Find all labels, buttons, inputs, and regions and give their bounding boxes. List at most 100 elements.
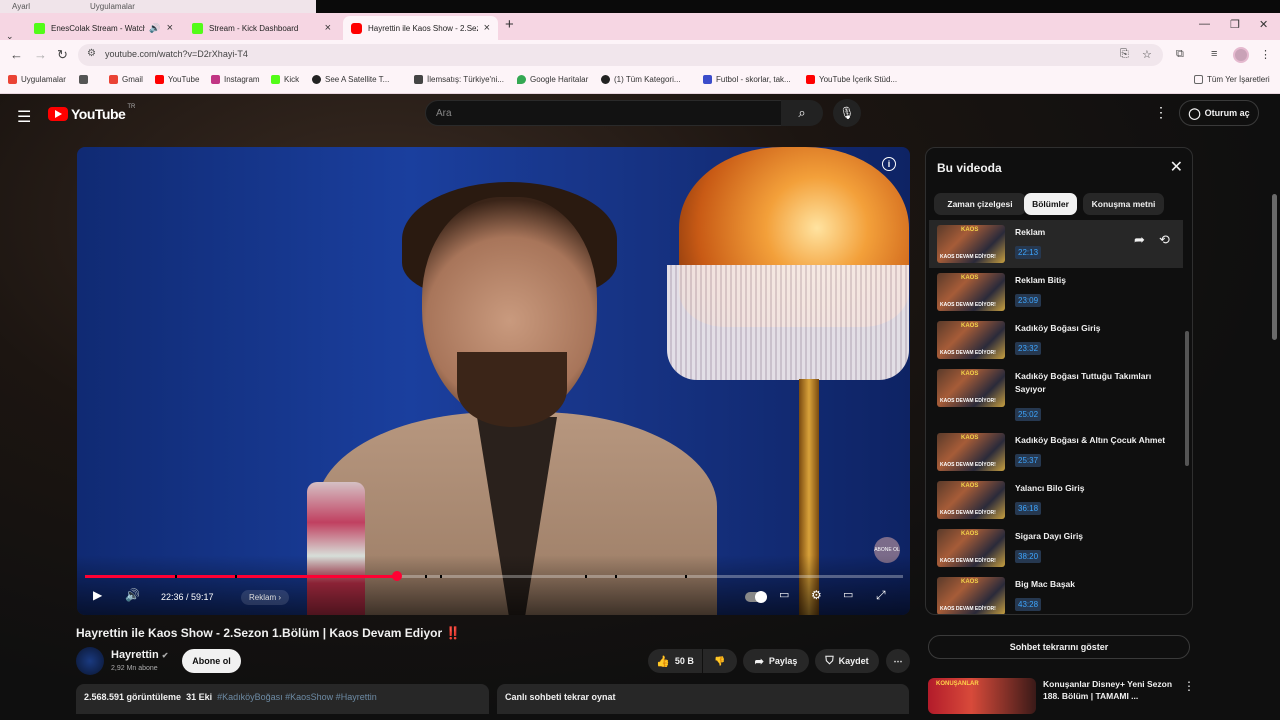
bookmark-categories[interactable]: (1) Tüm Kategori... — [601, 75, 681, 84]
chapter-timestamp[interactable]: 23:09 — [1015, 294, 1042, 307]
save-button[interactable]: ⛉ Kaydet — [815, 649, 879, 673]
description-box[interactable]: 2.568.591 görüntüleme 31 Eki #KadıköyBoğ… — [76, 684, 489, 714]
chapter-timestamp[interactable]: 38:20 — [1015, 550, 1042, 563]
chapter-timestamp[interactable]: 25:02 — [1015, 408, 1042, 421]
bookmark-label: YouTube İçerik Stüd... — [819, 75, 898, 84]
live-chat-replay-header[interactable]: Canlı sohbeti tekrar oynat — [497, 684, 909, 714]
site-info-icon[interactable]: ⚙ — [87, 48, 96, 59]
close-tab-icon[interactable]: × — [484, 22, 490, 34]
recommended-menu-icon[interactable]: ⋮ — [1183, 679, 1195, 693]
tab-youtube-active[interactable]: Hayrettin ile Kaos Show - 2.Sez × — [343, 16, 498, 40]
chapter-item[interactable]: KAOS KAOS DEVAM EDİYOR! Big Mac Başak 43:28 — [929, 572, 1183, 614]
current-chapter-button[interactable]: Reklam › — [241, 590, 290, 605]
back-arrow-icon[interactable]: ← — [10, 47, 23, 62]
subtitles-icon[interactable]: ▭ — [779, 588, 789, 601]
sign-in-button[interactable]: ◯ Oturum aç — [1179, 100, 1259, 126]
page-scrollbar[interactable] — [1272, 194, 1277, 340]
close-tab-icon[interactable]: × — [325, 22, 331, 34]
chapter-item[interactable]: KAOS KAOS DEVAM EDİYOR! Reklam Bitiş 23:09 — [929, 268, 1183, 316]
thumbs-up-icon: 👍 — [656, 655, 670, 668]
video-player[interactable]: ABONE OL i ▶ 🔊 22:36 / 59:17 Reklam › ▭ … — [77, 147, 910, 615]
info-icon[interactable]: i — [882, 157, 896, 171]
minimize-button[interactable]: — — [1199, 18, 1210, 30]
bookmark-all[interactable]: Tüm Yer İşaretleri — [1194, 75, 1270, 84]
youtube-logo[interactable]: YouTube TR — [48, 104, 135, 122]
chapter-timestamp[interactable]: 43:28 — [1015, 598, 1042, 611]
chrome-menu-icon[interactable]: ⋮ — [1260, 48, 1271, 61]
theater-mode-icon[interactable]: ▭ — [843, 588, 853, 601]
close-tab-icon[interactable]: × — [167, 22, 173, 34]
chapter-item[interactable]: KAOS KAOS DEVAM EDİYOR! Reklam 22:13 ➦ ⟲ — [929, 220, 1183, 268]
search-input[interactable] — [426, 101, 766, 125]
bookmark-ilemsatis[interactable]: İlemsatış: Türkiye'ni... — [414, 75, 504, 84]
chapter-item[interactable]: KAOS KAOS DEVAM EDİYOR! Sigara Dayı Giriş 3… — [929, 524, 1183, 572]
share-button[interactable]: ➦ Paylaş — [743, 649, 809, 673]
media-control-icon[interactable]: ≡ — [1211, 48, 1217, 60]
chapter-timestamp[interactable]: 36:18 — [1015, 502, 1042, 515]
bookmark-futbol[interactable]: Futbol - skorlar, tak... — [703, 75, 791, 84]
bookmark-apps[interactable]: Uygulamalar — [8, 75, 66, 84]
new-tab-button[interactable]: + — [505, 16, 514, 33]
bookmark-instagram[interactable]: Instagram — [211, 75, 260, 84]
forward-arrow-icon[interactable]: → — [34, 47, 47, 62]
progress-bar[interactable] — [85, 571, 903, 581]
chapter-item[interactable]: KAOS KAOS DEVAM EDİYOR! Kadıköy Boğası Tut… — [929, 364, 1183, 428]
satellite-icon — [312, 75, 321, 84]
install-app-icon[interactable]: ⎘ — [1120, 48, 1129, 61]
chapter-item[interactable]: KAOS KAOS DEVAM EDİYOR! Kadıköy Boğası Gir… — [929, 316, 1183, 364]
close-panel-icon[interactable]: ✕ — [1170, 157, 1183, 177]
close-window-button[interactable]: ✕ — [1259, 18, 1268, 31]
restore-button[interactable]: ❐ — [1230, 18, 1240, 31]
menu-icon[interactable]: ☰ — [17, 107, 31, 127]
bookmark-yt-studio[interactable]: YouTube İçerik Stüd... — [806, 75, 897, 84]
chapter-timestamp[interactable]: 22:13 — [1015, 246, 1042, 259]
share-chapter-icon[interactable]: ➦ — [1134, 232, 1145, 248]
page-icon — [414, 75, 423, 84]
bookmark-gmail[interactable]: Gmail — [109, 75, 143, 84]
hashtags[interactable]: #KadıköyBoğası #KaosShow #Hayrettin — [217, 692, 377, 702]
progress-knob[interactable] — [392, 571, 403, 581]
subscribe-button[interactable]: Abone ol — [182, 649, 241, 673]
bookmark-star-icon[interactable]: ☆ — [1142, 48, 1152, 61]
voice-search-button[interactable]: 🎙 — [833, 99, 861, 127]
tab-kick-dashboard[interactable]: Stream - Kick Dashboard × — [184, 16, 339, 40]
extensions-icon[interactable]: ⧉ — [1176, 48, 1184, 61]
chip-chapters[interactable]: Bölümler — [1024, 193, 1077, 215]
panel-scrollbar[interactable] — [1185, 331, 1189, 466]
reload-icon[interactable]: ↻ — [57, 47, 68, 63]
speaker-icon[interactable]: 🔊 — [149, 23, 160, 34]
channel-name-row[interactable]: Hayrettin ✔ — [111, 649, 168, 661]
search-box — [425, 100, 782, 126]
chapter-item[interactable]: KAOS KAOS DEVAM EDİYOR! Kadıköy Boğası & A… — [929, 428, 1183, 476]
settings-menu-icon[interactable]: ⋮ — [1154, 104, 1168, 121]
bookmark-label: Uygulamalar — [21, 75, 66, 84]
bookmark-satellite[interactable]: See A Satellite T... — [312, 75, 389, 84]
show-chat-replay-button[interactable]: Sohbet tekrarını göster — [928, 635, 1190, 659]
tab-enescolak[interactable]: EnesColak Stream - Watch 🔊 × — [26, 16, 181, 40]
youtube-studio-icon — [806, 75, 815, 84]
volume-icon[interactable]: 🔊 — [125, 588, 140, 602]
profile-avatar[interactable] — [1233, 47, 1249, 63]
chip-transcript[interactable]: Konuşma metni — [1083, 193, 1164, 215]
settings-gear-icon[interactable]: ⚙ — [811, 588, 822, 602]
recommended-title[interactable]: Konuşanlar Disney+ Yeni Sezon 188. Bölüm… — [1043, 678, 1179, 702]
channel-avatar[interactable] — [76, 647, 104, 675]
dislike-button[interactable]: 👎 — [703, 649, 737, 673]
bookmark-maps[interactable]: Google Haritalar — [517, 75, 588, 84]
chapter-timestamp[interactable]: 23:32 — [1015, 342, 1042, 355]
chip-timeline[interactable]: Zaman çizelgesi — [934, 193, 1026, 215]
bookmark-grid[interactable] — [79, 75, 92, 84]
bookmark-youtube[interactable]: YouTube — [155, 75, 199, 84]
address-bar[interactable]: ⚙ youtube.com/watch?v=D2rXhayi-T4 ⎘ ☆ — [78, 44, 1163, 66]
loop-chapter-icon[interactable]: ⟲ — [1159, 232, 1170, 248]
recommended-thumbnail[interactable]: KONUŞANLAR — [928, 678, 1036, 714]
like-button[interactable]: 👍 50 B — [648, 649, 702, 673]
play-button-icon[interactable]: ▶ — [93, 588, 102, 602]
search-button[interactable]: ⌕ — [781, 100, 823, 126]
chapter-timestamp[interactable]: 25:37 — [1015, 454, 1042, 467]
chapter-item[interactable]: KAOS KAOS DEVAM EDİYOR! Yalancı Bilo Giriş… — [929, 476, 1183, 524]
bookmark-kick[interactable]: Kick — [271, 75, 299, 84]
more-actions-button[interactable]: ⋯ — [886, 649, 910, 673]
fullscreen-icon[interactable]: ⤢ — [876, 588, 886, 603]
autoplay-toggle[interactable] — [745, 591, 767, 603]
